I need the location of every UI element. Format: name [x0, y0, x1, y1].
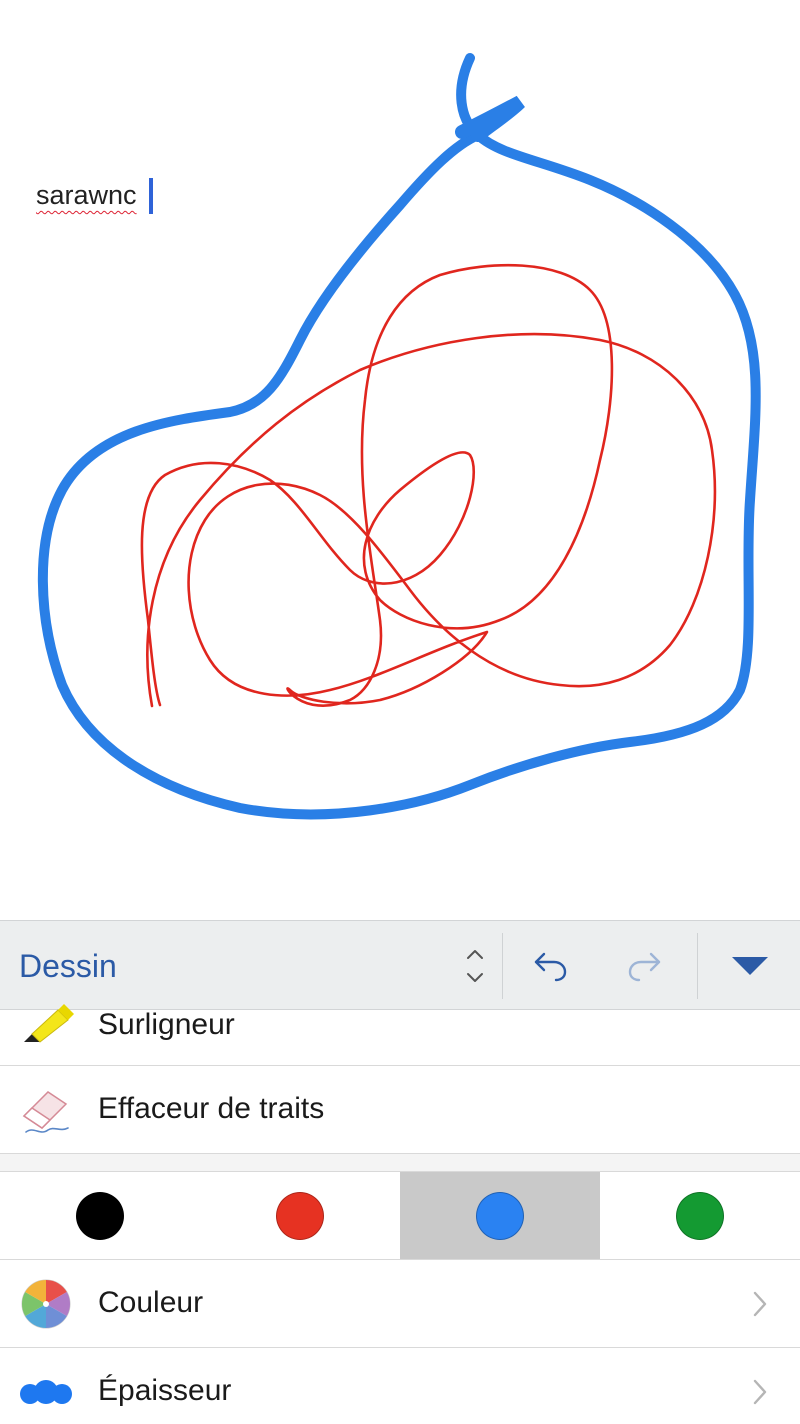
swatch-dot — [276, 1192, 324, 1240]
swatch-dot — [76, 1192, 124, 1240]
chevron-right-icon — [753, 1291, 767, 1316]
redo-button[interactable] — [610, 921, 680, 1011]
swatch-blue[interactable] — [400, 1172, 600, 1259]
drawing-canvas[interactable]: sarawnc — [0, 0, 800, 920]
red-scribble-stroke — [140, 263, 717, 708]
toolbar-divider — [502, 933, 503, 999]
chevron-right-icon — [753, 1379, 767, 1405]
collapse-ribbon-button[interactable] — [710, 921, 790, 1011]
stroke-eraser-label: Effaceur de traits — [98, 1092, 325, 1125]
blue-loop-stroke — [37, 53, 761, 820]
thickness-blobs-icon — [18, 1364, 74, 1420]
undo-button[interactable] — [515, 921, 585, 1011]
color-wheel-icon — [18, 1276, 74, 1332]
pen-color-swatches — [0, 1172, 800, 1260]
undo-icon — [534, 952, 567, 982]
swatch-green[interactable] — [600, 1172, 800, 1259]
tab-switcher-button[interactable] — [450, 921, 500, 1011]
up-down-chevron-icon — [467, 950, 483, 982]
swatch-black[interactable] — [0, 1172, 200, 1259]
swatch-dot — [476, 1192, 524, 1240]
toolbar-divider — [697, 933, 698, 999]
color-label: Couleur — [98, 1286, 204, 1319]
swatch-red[interactable] — [200, 1172, 400, 1259]
thickness-row[interactable]: Épaisseur — [0, 1348, 800, 1424]
triangle-down-icon — [732, 957, 768, 975]
document-text[interactable]: sarawnc — [36, 180, 137, 211]
swatch-dot — [676, 1192, 724, 1240]
ribbon-tab-name[interactable]: Dessin — [19, 948, 117, 985]
eraser-icon — [18, 1082, 74, 1138]
color-picker-row[interactable]: Couleur — [0, 1260, 800, 1348]
ink-layer[interactable] — [0, 0, 800, 920]
ribbon-toolbar: Dessin — [0, 920, 800, 1010]
thickness-label: Épaisseur — [98, 1374, 232, 1407]
redo-icon — [628, 952, 661, 982]
highlighter-tool-row[interactable]: Surligneur — [0, 1004, 800, 1066]
highlighter-label: Surligneur — [98, 1008, 235, 1041]
text-cursor — [149, 178, 153, 214]
stroke-eraser-row[interactable]: Effaceur de traits — [0, 1066, 800, 1154]
section-divider — [0, 1154, 800, 1172]
highlighter-icon — [18, 1000, 74, 1056]
